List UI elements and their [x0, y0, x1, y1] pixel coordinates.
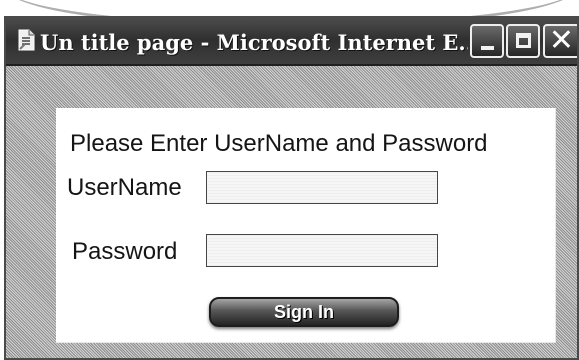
sign-in-button[interactable]: Sign In: [209, 297, 399, 327]
document-icon: [16, 29, 36, 51]
close-button[interactable]: ✕: [543, 23, 577, 58]
browser-window: Un title page - Microsoft Internet E... …: [4, 16, 579, 360]
maximize-icon: [516, 33, 531, 48]
username-input[interactable]: [206, 171, 438, 204]
window-title: Un title page - Microsoft Internet E...: [40, 30, 468, 55]
login-heading: Please Enter UserName and Password: [70, 130, 488, 157]
username-label: UserName: [67, 174, 182, 201]
password-label: Password: [72, 238, 178, 265]
login-panel: Please Enter UserName and Password UserN…: [56, 108, 556, 343]
minimize-button[interactable]: [470, 24, 504, 58]
document-icon: [18, 29, 35, 51]
title-bar[interactable]: Un title page - Microsoft Internet E... …: [6, 18, 577, 66]
minimize-icon: [481, 46, 494, 50]
close-icon: ✕: [548, 23, 575, 58]
login-screen: Un title page - Microsoft Internet E... …: [0, 0, 579, 360]
password-input[interactable]: [206, 234, 438, 267]
maximize-button[interactable]: [506, 24, 540, 58]
